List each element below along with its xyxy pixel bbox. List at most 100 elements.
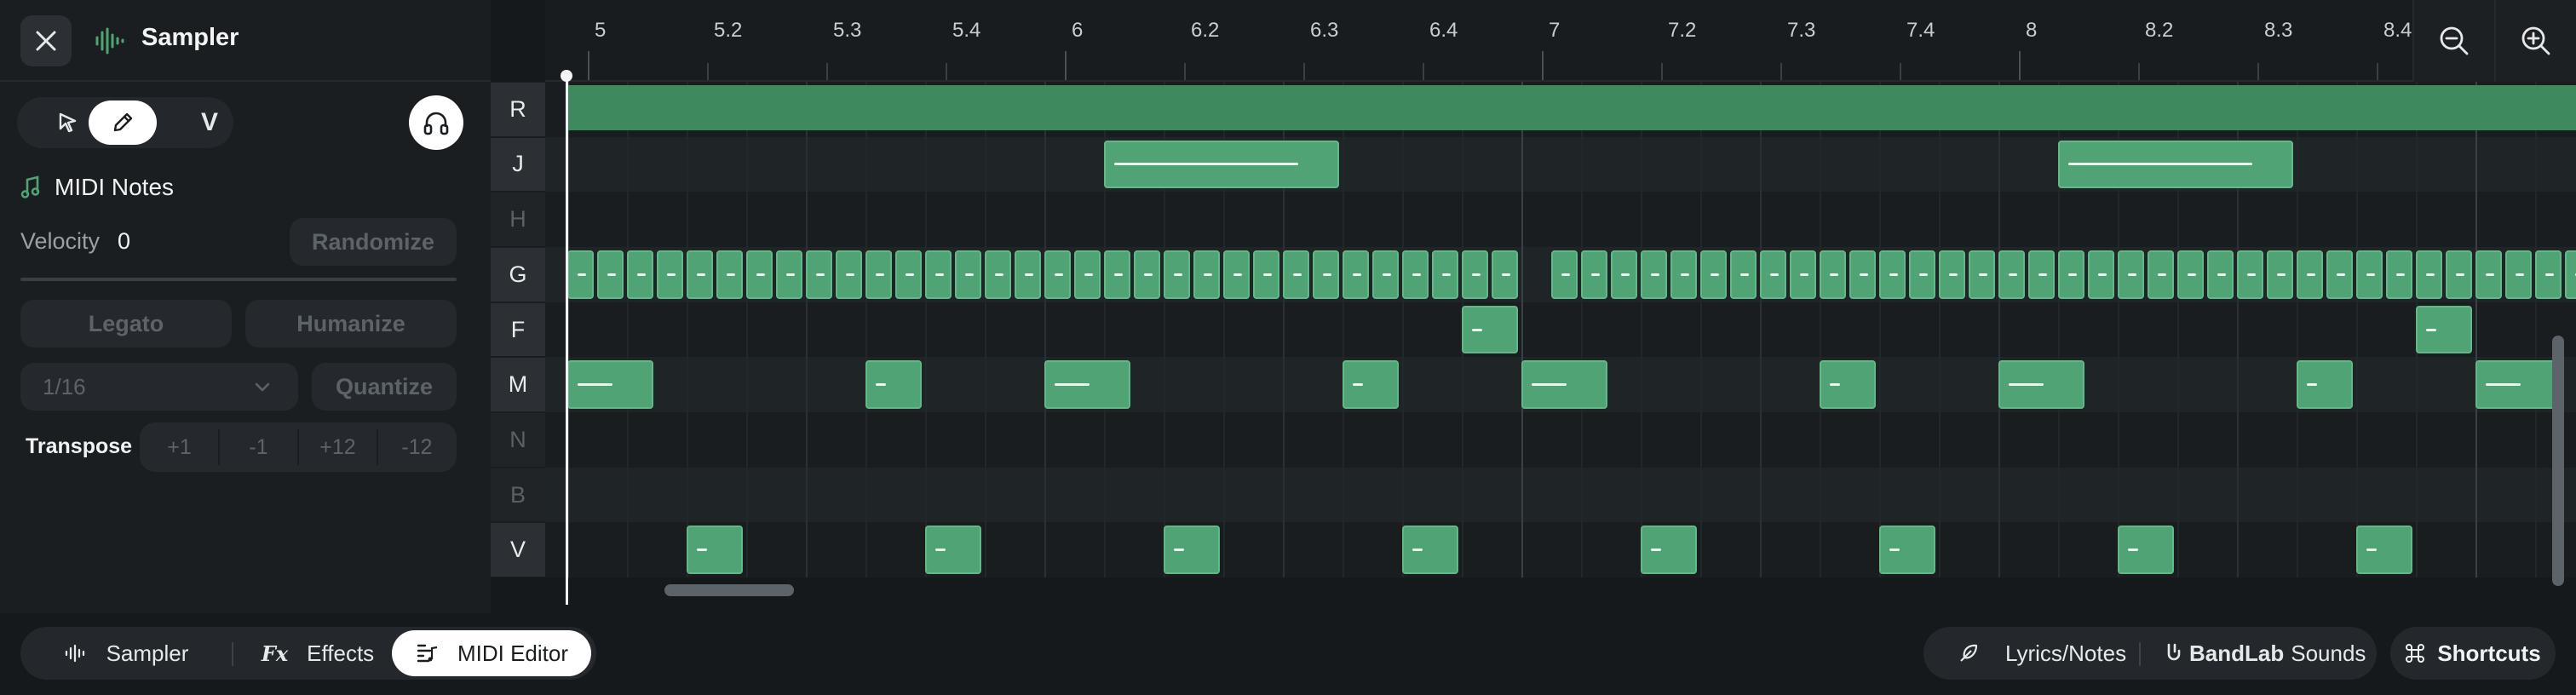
midi-note[interactable] [2297,360,2353,409]
midi-note[interactable] [1790,250,1816,299]
midi-note[interactable] [955,250,981,299]
key-lane-label[interactable]: H [491,192,545,246]
midi-note[interactable] [1104,140,1339,189]
quantize-button[interactable]: Quantize [312,363,457,411]
pencil-tool-button[interactable] [89,101,157,145]
midi-note[interactable] [687,250,713,299]
vertical-scrollbar[interactable] [2552,336,2564,586]
transpose-minus-1-button[interactable]: -1 [219,422,298,472]
zoom-out-button[interactable] [2412,0,2494,82]
key-lane-label[interactable]: V [491,523,545,577]
midi-note[interactable] [925,526,981,575]
key-lane-label[interactable]: M [491,358,545,411]
midi-note[interactable] [2177,250,2204,299]
midi-note[interactable] [1998,250,2025,299]
monitor-button[interactable] [409,95,463,150]
midi-note[interactable] [1402,526,1458,575]
midi-note[interactable] [746,250,773,299]
midi-note[interactable] [1402,250,1429,299]
loop-region[interactable] [567,85,2576,130]
tab-midi-editor[interactable]: MIDI Editor [392,630,591,676]
key-lane-label[interactable]: R [491,83,545,136]
midi-note[interactable] [1462,250,1488,299]
transpose-minus-12-button[interactable]: -12 [377,422,457,472]
velocity-tool-button[interactable]: V [175,101,244,145]
midi-note[interactable] [1492,250,1518,299]
midi-note[interactable] [1193,250,1220,299]
midi-note[interactable] [1223,250,1250,299]
key-lane-label[interactable]: G [491,248,545,302]
midi-note[interactable] [1760,250,1786,299]
grid-row[interactable] [545,302,2576,358]
midi-note[interactable] [865,360,922,409]
midi-note[interactable] [2148,250,2174,299]
midi-note[interactable] [1641,250,1667,299]
tab-sampler[interactable]: Sampler [24,630,228,676]
midi-note[interactable] [2475,360,2562,409]
midi-note[interactable] [836,250,862,299]
midi-note[interactable] [1253,250,1279,299]
midi-note[interactable] [1343,360,1399,409]
midi-note[interactable] [1044,360,1130,409]
midi-note[interactable] [2297,250,2323,299]
midi-note[interactable] [2565,250,2576,299]
transpose-plus-1-button[interactable]: +1 [140,422,219,472]
humanize-button[interactable]: Humanize [245,300,457,348]
midi-note[interactable] [1015,250,1041,299]
midi-note[interactable] [1372,250,1399,299]
midi-note[interactable] [1611,250,1637,299]
lyrics-notes-button[interactable]: Lyrics/Notes [1958,627,2126,680]
midi-note[interactable] [1283,250,1309,299]
midi-note[interactable] [776,250,802,299]
midi-note[interactable] [1939,250,1965,299]
close-button[interactable] [20,15,72,66]
midi-note[interactable] [2416,305,2472,354]
bandlab-sounds-button[interactable]: BandLab Sounds [2164,627,2366,680]
key-lane-label[interactable]: N [491,413,545,467]
midi-note[interactable] [895,250,922,299]
midi-note[interactable] [1164,250,1190,299]
midi-note[interactable] [2535,250,2562,299]
midi-note[interactable] [2207,250,2234,299]
transpose-plus-12-button[interactable]: +12 [298,422,377,472]
midi-note[interactable] [627,250,653,299]
midi-note[interactable] [657,250,683,299]
midi-note[interactable] [925,250,952,299]
midi-note[interactable] [567,360,653,409]
horizontal-scrollbar[interactable] [664,584,794,596]
midi-note[interactable] [1551,250,1578,299]
midi-note[interactable] [1104,250,1130,299]
midi-note[interactable] [1820,250,1846,299]
midi-note[interactable] [1909,250,1935,299]
midi-note[interactable] [1879,526,1935,575]
midi-note[interactable] [687,526,743,575]
midi-note[interactable] [2446,250,2472,299]
midi-note[interactable] [2237,250,2263,299]
midi-note[interactable] [2505,250,2532,299]
midi-note[interactable] [1074,250,1101,299]
midi-note[interactable] [1730,250,1757,299]
note-grid[interactable] [545,82,2576,577]
midi-note[interactable] [1134,250,1160,299]
midi-note[interactable] [1670,250,1697,299]
midi-note[interactable] [1164,526,1220,575]
midi-note[interactable] [865,250,892,299]
midi-note[interactable] [1313,250,1339,299]
midi-note[interactable] [2356,526,2412,575]
midi-note[interactable] [2058,140,2293,189]
grid-row[interactable] [545,522,2576,577]
midi-note[interactable] [1700,250,1727,299]
midi-note[interactable] [1343,250,1369,299]
midi-note[interactable] [1998,360,2084,409]
midi-note[interactable] [597,250,624,299]
midi-note[interactable] [1969,250,1995,299]
midi-note[interactable] [2028,250,2055,299]
tab-effects[interactable]: Fx Effects [237,630,399,676]
midi-note[interactable] [567,250,594,299]
midi-note[interactable] [2088,250,2114,299]
midi-note[interactable] [1641,526,1697,575]
midi-note[interactable] [2118,250,2144,299]
midi-note[interactable] [2416,250,2442,299]
grid-row[interactable] [545,192,2576,247]
midi-note[interactable] [2267,250,2293,299]
